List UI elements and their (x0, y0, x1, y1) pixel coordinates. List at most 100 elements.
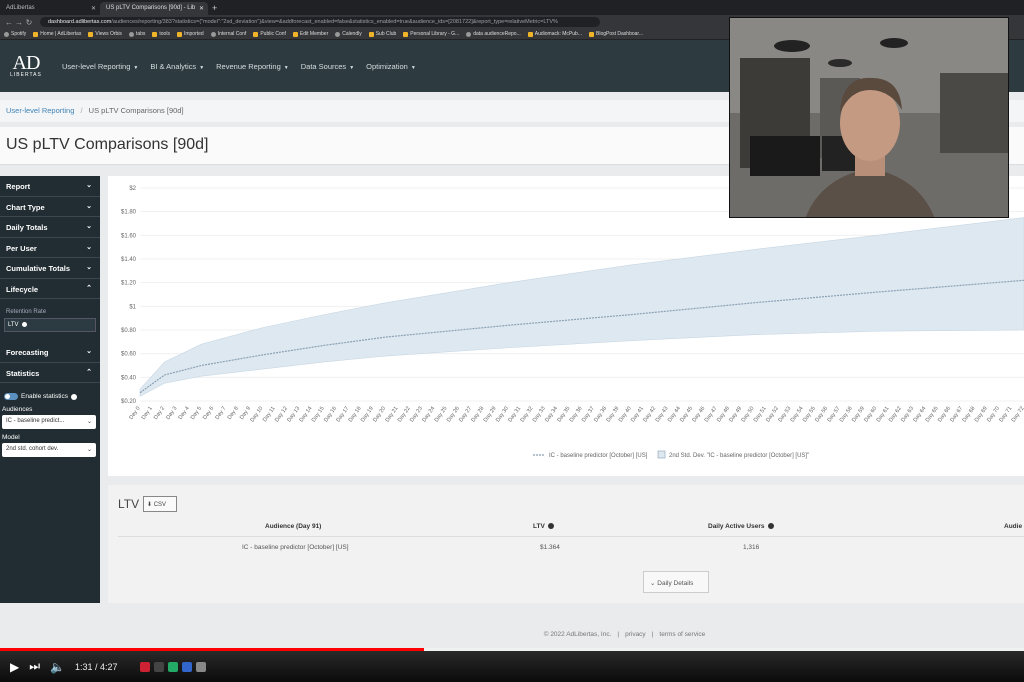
bookmark-label: Spotify (11, 31, 27, 37)
ltv-option[interactable]: LTV (4, 318, 96, 332)
bookmark-icon (292, 31, 298, 37)
sidebar-section-lifecycle[interactable]: Lifecycle ⌃ (0, 279, 100, 299)
audiences-select[interactable]: IC - baseline predict... ⌄ (2, 415, 96, 429)
bookmark-label: Imported (183, 31, 204, 37)
section-label: Forecasting (6, 348, 49, 357)
model-label: Model (2, 434, 20, 441)
bookmark-icon (253, 31, 259, 37)
app-icon[interactable] (167, 661, 178, 672)
col-header-audience-truncated[interactable]: Audie (1004, 523, 1022, 530)
bookmark-item[interactable]: data audienceRepo... (466, 31, 521, 37)
bookmark-label: Calendly (342, 31, 362, 37)
logo-text: AD (12, 52, 41, 74)
bookmark-item[interactable]: Calendly (335, 31, 362, 37)
sidebar-section-daily-totals[interactable]: Daily Totals ⌄ (0, 217, 100, 238)
bookmark-item[interactable]: Sub Club (368, 31, 396, 37)
tab-adlibertas[interactable]: AdLibertas ✕ (0, 2, 100, 15)
ltv-chart[interactable]: $2 $1.80 $1.60 $1.40 $1.20 $1 $0.80 $0.60 $0.40 $… (108, 176, 1024, 476)
app-icon[interactable] (139, 661, 150, 672)
tab-label: AdLibertas (6, 5, 35, 11)
x-tick-label: Day 3 (165, 406, 178, 421)
bookmark-item[interactable]: tabs (128, 31, 145, 37)
csv-download-button[interactable]: ⬇ CSV (143, 496, 177, 512)
volume-icon[interactable]: 🔈 (50, 660, 65, 674)
tab-pltv[interactable]: US pLTV Comparisons [90d] - Lib ✕ (100, 2, 208, 15)
breadcrumb-current: US pLTV Comparisons [90d] (88, 106, 184, 115)
col-header-audience[interactable]: Audience (Day 91) (265, 523, 321, 530)
col-header-ltv[interactable]: LTV (533, 523, 554, 530)
bookmark-icon (152, 31, 158, 37)
breadcrumb-link[interactable]: User-level Reporting (6, 106, 74, 115)
chevron-down-icon: ⌄ (86, 348, 92, 355)
nav-label: User-level Reporting (62, 61, 131, 71)
bookmark-icon (210, 31, 216, 37)
daily-details-label: Daily Details (657, 580, 694, 587)
app-icon[interactable] (195, 661, 206, 672)
std-dev-band (139, 217, 1024, 397)
adlibertas-logo[interactable]: AD LIBERTAS (2, 44, 50, 88)
bookmark-item[interactable]: Edit Member (292, 31, 328, 37)
nav-revenue-reporting[interactable]: Revenue Reporting ▼ (216, 62, 289, 71)
forward-icon[interactable]: → (14, 18, 24, 27)
section-label: Per User (6, 243, 37, 253)
nav-label: Revenue Reporting (216, 61, 281, 71)
sidebar-section-forecasting[interactable]: Forecasting ⌄ (0, 342, 100, 363)
chevron-down-icon: ⌄ (86, 447, 92, 453)
table-divider (118, 536, 1024, 537)
col-header-label: Audie (1004, 523, 1023, 530)
retention-rate-label[interactable]: Retention Rate (0, 299, 100, 318)
bookmark-icon (527, 31, 533, 37)
caret-down-icon: ▼ (410, 64, 416, 71)
back-icon[interactable]: ← (4, 18, 14, 27)
sidebar-section-cumulative-totals[interactable]: Cumulative Totals ⌄ (0, 258, 100, 279)
model-select[interactable]: 2nd std. cohort dev. ⌄ (2, 443, 96, 457)
new-tab-icon[interactable]: + (212, 2, 217, 15)
nav-optimization[interactable]: Optimization ▼ (366, 62, 416, 71)
bookmark-item[interactable]: tools (152, 31, 170, 37)
bookmark-item[interactable]: Audiomack: McPub... (527, 31, 582, 37)
close-icon[interactable]: ✕ (91, 5, 96, 12)
legend-label: IC - baseline predictor [October] [US] (549, 453, 648, 459)
app-icon[interactable] (153, 661, 164, 672)
info-icon (21, 322, 27, 327)
bookmark-item[interactable]: Personal Library - G... (403, 31, 459, 37)
col-header-label: Audience (Day 91) (265, 523, 322, 530)
chevron-down-icon: ⌄ (86, 419, 92, 425)
privacy-link[interactable]: privacy (625, 631, 646, 638)
bookmark-item[interactable]: Views Orbis (88, 31, 122, 37)
copyright-text: © 2022 AdLibertas, Inc. (543, 631, 612, 638)
bookmark-label: Public Conf (260, 31, 286, 37)
sidebar-section-report[interactable]: Report ⌄ (0, 176, 100, 197)
sidebar-section-statistics[interactable]: Statistics ⌃ (0, 363, 100, 383)
bookmark-item[interactable]: Public Conf (253, 31, 286, 37)
x-tick-label: Day 4 (178, 406, 191, 421)
sidebar-section-chart-type[interactable]: Chart Type ⌄ (0, 197, 100, 217)
app-icon[interactable] (181, 661, 192, 672)
url-input[interactable]: dashboard.adlibertas.com/audiences/repor… (40, 17, 600, 27)
close-icon[interactable]: ✕ (199, 5, 204, 12)
next-icon[interactable]: ⏭ (29, 659, 40, 674)
nav-user-level-reporting[interactable]: User-level Reporting ▼ (62, 62, 138, 71)
section-label: Report (6, 182, 31, 191)
dock-icons (139, 661, 206, 672)
daily-details-button[interactable]: ⌄ Daily Details (643, 571, 709, 593)
bookmark-item[interactable]: Spotify (4, 31, 26, 37)
bookmark-item[interactable]: Imported (176, 31, 204, 37)
info-icon (767, 523, 774, 530)
bookmark-item[interactable]: Home | AdLibertas (33, 31, 81, 37)
play-icon[interactable]: ▶ (10, 660, 19, 674)
bookmark-item[interactable]: Internal Conf (210, 31, 246, 37)
col-header-daily-active-users[interactable]: Daily Active Users (708, 523, 774, 530)
enable-statistics-toggle[interactable] (4, 393, 18, 400)
sidebar-section-per-user[interactable]: Per User ⌄ (0, 238, 100, 258)
download-icon: ⬇ (147, 502, 154, 508)
nav-bi-analytics[interactable]: BI & Analytics ▼ (150, 62, 204, 71)
chevron-down-icon: ⌄ (86, 243, 92, 251)
bookmark-item[interactable]: BlogPost Dashboar... (589, 31, 643, 37)
nav-label: BI & Analytics (150, 61, 197, 71)
nav-data-sources[interactable]: Data Sources ▼ (301, 62, 354, 71)
chevron-down-icon: ⌄ (86, 223, 92, 230)
section-label: Statistics (6, 368, 40, 378)
reload-icon[interactable]: ↻ (24, 18, 34, 27)
terms-link[interactable]: terms of service (659, 631, 705, 638)
